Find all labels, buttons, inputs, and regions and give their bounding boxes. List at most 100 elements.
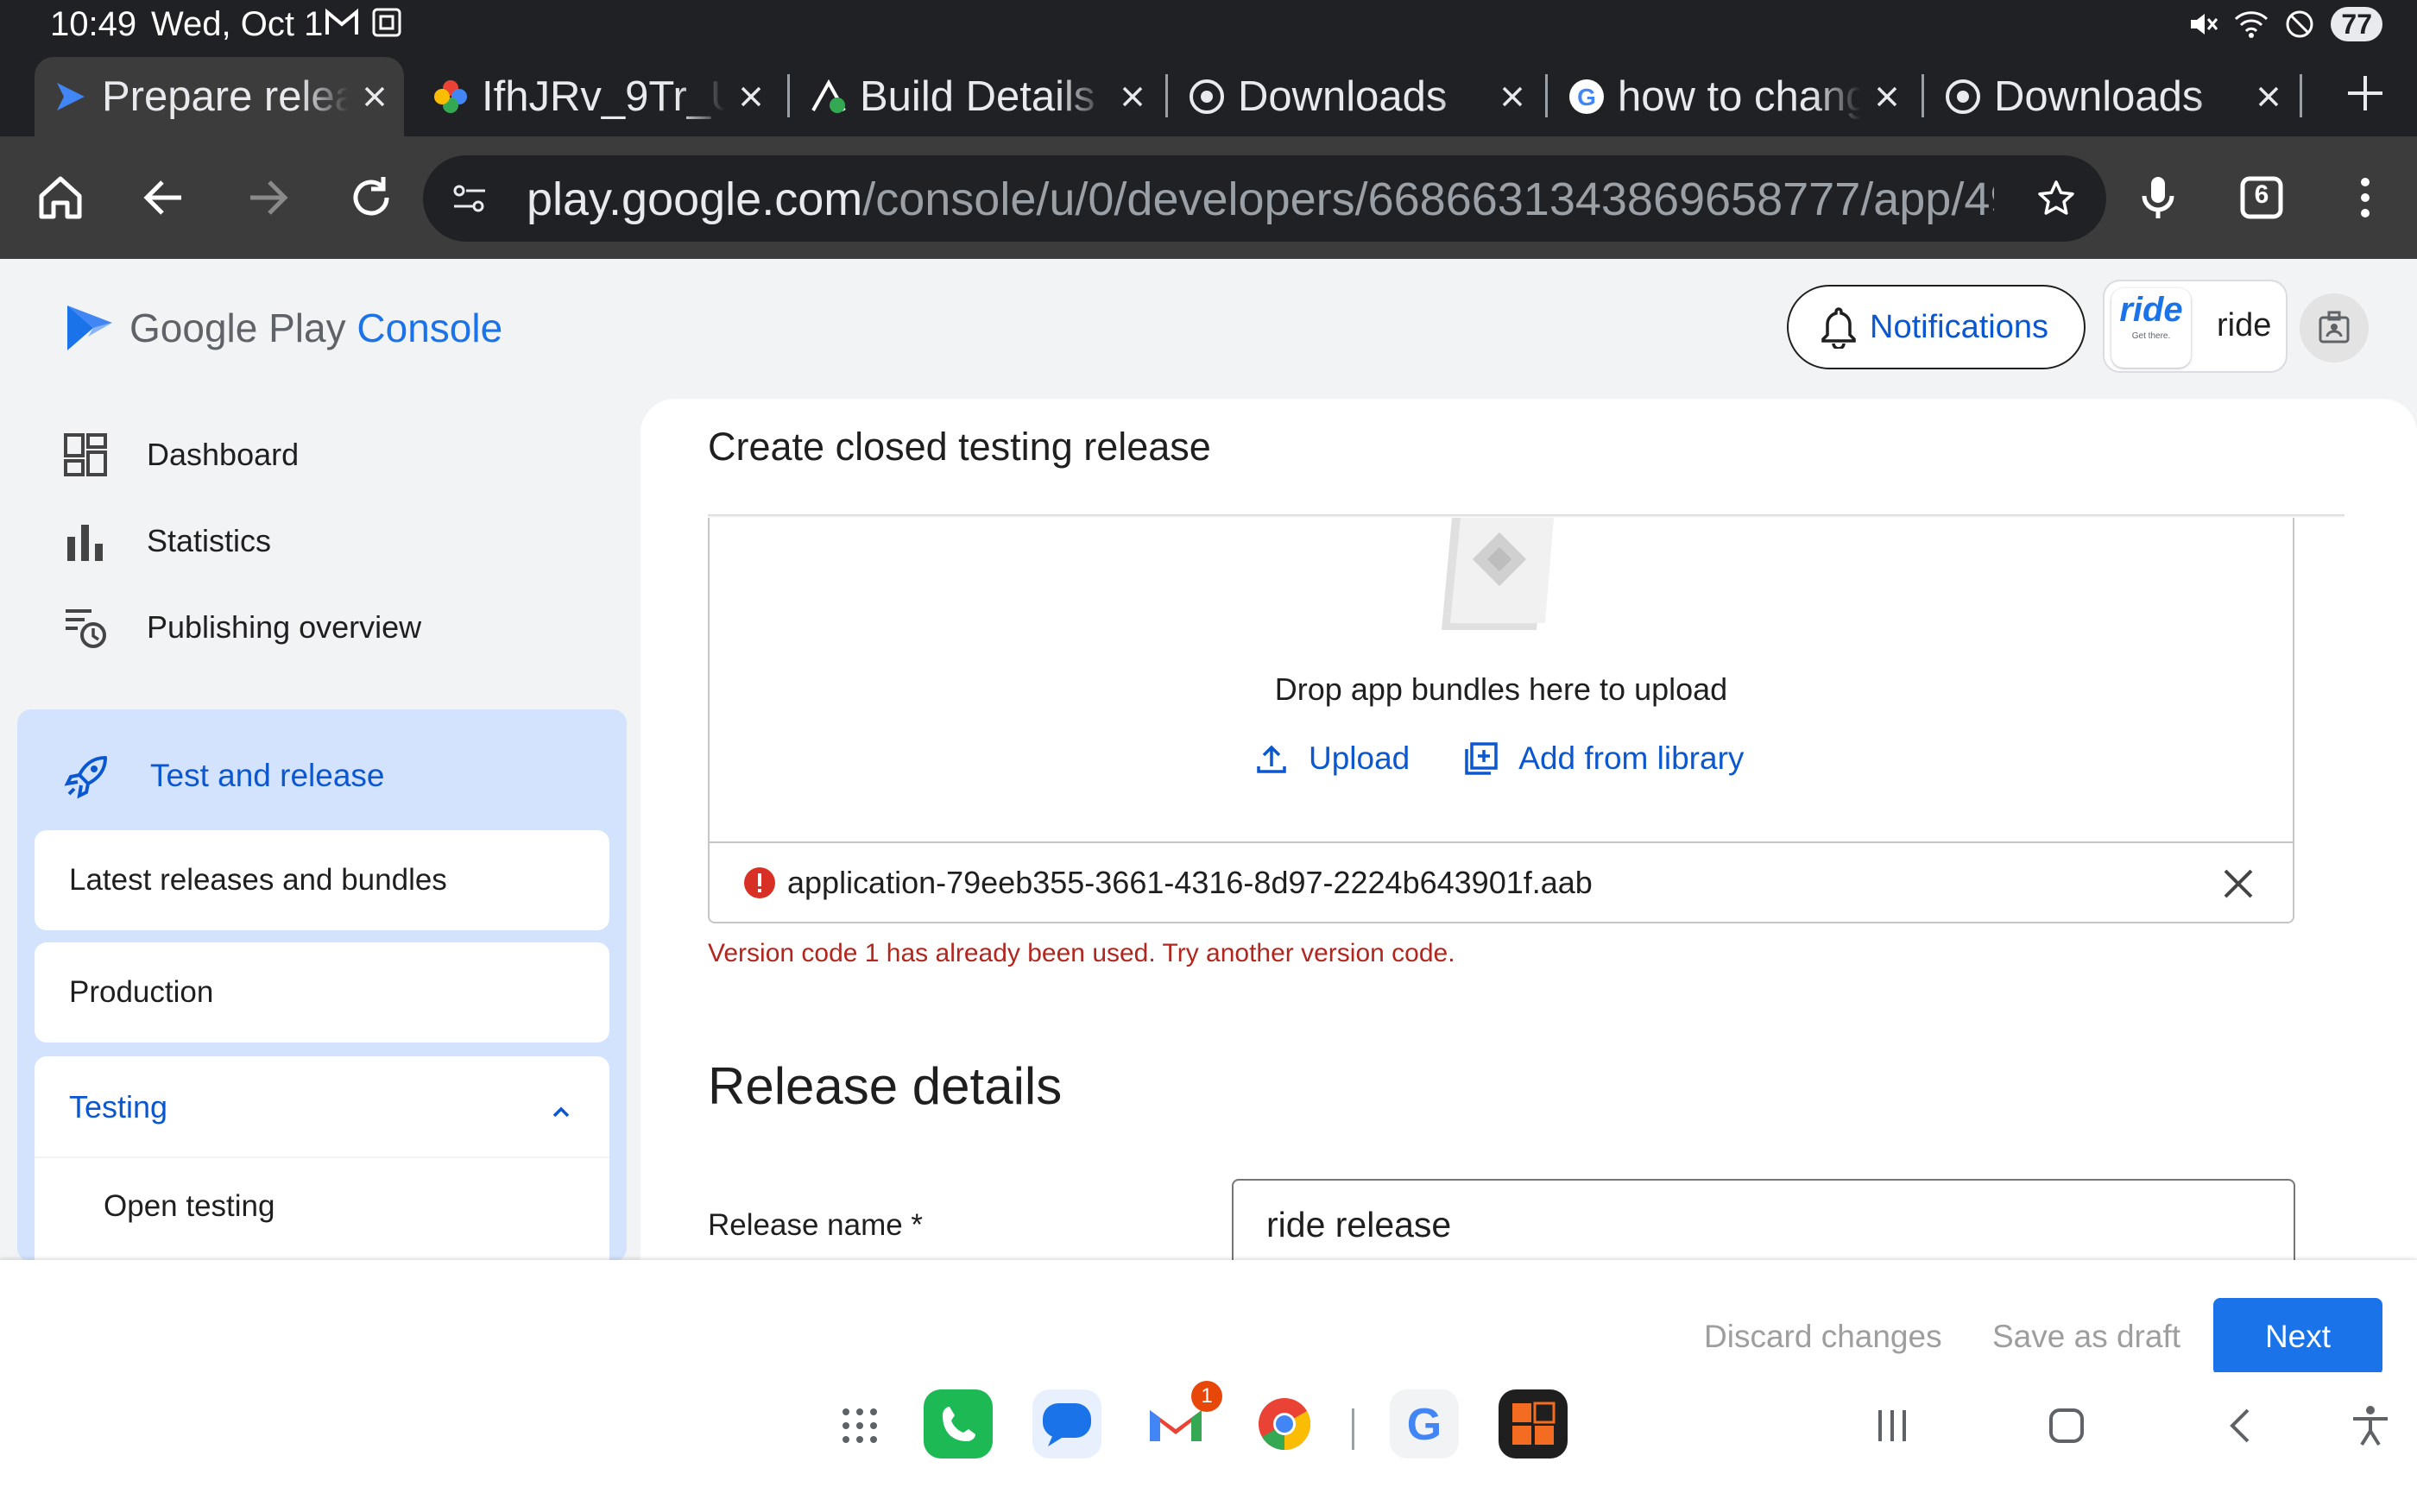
browser-tab-strip: Prepare relea IfhJRv_9Tr_Uc Build Detail… [0,52,2417,136]
recent-apps-icon[interactable] [1870,1403,1915,1448]
upload-error-message: Version code 1 has already been used. Tr… [708,939,1455,967]
sidebar-item-label: Dashboard [147,437,300,472]
sidebar-item-open-testing[interactable]: Open testing [104,1189,275,1224]
add-from-library-button[interactable]: Add from library [1463,740,1744,777]
sidebar-item-latest-releases[interactable]: Latest releases and bundles [35,830,609,930]
close-tab-icon[interactable] [2251,79,2286,114]
account-badge-icon [2319,311,2350,343]
app-logo: ride Get there. [2111,288,2191,368]
browser-toolbar: play.google.com/console/u/0/developers/6… [0,136,2417,259]
notifications-button[interactable]: Notifications [1787,285,2086,369]
chrome-downloads-icon [1946,79,1980,114]
svg-text:G: G [1407,1400,1442,1450]
forward-icon[interactable] [240,170,295,225]
microphone-icon[interactable] [2130,170,2186,225]
close-tab-icon[interactable] [734,79,768,114]
release-name-label: Release name * [708,1208,924,1242]
save-as-draft-button[interactable]: Save as draft [1992,1319,2180,1355]
sidebar-item-statistics[interactable]: Statistics [62,518,271,564]
tab-title: Build Details [860,73,1095,120]
release-name-input[interactable]: ride release [1232,1179,2295,1262]
app-selector[interactable]: ride Get there. ride [2103,280,2288,373]
address-bar[interactable]: play.google.com/console/u/0/developers/6… [423,155,2106,242]
logo-console-text: Console [357,306,503,350]
expo-icon [811,79,846,113]
chrome-downloads-icon [1190,79,1224,114]
browser-tab[interactable]: Build Details [792,57,1162,136]
new-tab-icon[interactable] [2341,69,2389,117]
tab-title: Downloads [1238,73,1448,120]
screenshot-notification-icon [372,8,401,37]
close-tab-icon[interactable] [1495,79,1530,114]
main-content: Create closed testing release Drop app b… [641,399,2417,1262]
gmail-notification-icon [325,8,358,35]
messages-icon[interactable] [1032,1389,1101,1458]
upload-icon [1257,745,1286,773]
bar-chart-icon [67,525,103,561]
error-icon [744,867,775,898]
browser-tab[interactable]: IfhJRv_9Tr_Uc [414,57,780,136]
status-time: 10:49 [50,5,137,43]
test-and-release-section: Test and release Latest releases and bun… [17,709,627,1262]
dashboard-icon [64,433,107,476]
more-menu-icon[interactable] [2338,170,2393,225]
account-button[interactable] [2300,293,2369,362]
tab-title: Prepare relea [102,73,349,120]
sidebar-item-test-and-release[interactable]: Test and release [62,751,385,801]
chrome-icon[interactable] [1250,1389,1319,1458]
remove-file-icon[interactable] [2220,866,2256,902]
gmail-badge: 1 [1191,1381,1222,1412]
sidebar-item-production[interactable]: Production [35,942,609,1043]
app-icon[interactable] [1499,1389,1568,1458]
chevron-up-icon[interactable] [544,1094,578,1129]
next-button[interactable]: Next [2213,1298,2382,1376]
google-photos-icon [434,80,467,113]
browser-tab[interactable]: Downloads [1927,57,2298,136]
browser-tab[interactable]: G how to chang [1550,57,1916,136]
play-console-page: Google Play Console Notifications ride G… [0,259,2417,1262]
rocket-icon [64,756,107,799]
home-icon[interactable] [33,170,88,225]
back-nav-icon[interactable] [2218,1403,2263,1448]
tab-title: how to chang [1618,73,1861,120]
app-drawer-icon[interactable] [839,1405,880,1446]
phone-icon[interactable] [924,1389,993,1458]
close-tab-icon[interactable] [1115,79,1150,114]
sidebar-item-publishing-overview[interactable]: Publishing overview [62,604,421,651]
browser-tab[interactable]: Prepare relea [35,57,404,136]
status-date: Wed, Oct 1 [151,5,324,43]
sidebar-section-label: Test and release [150,758,385,793]
release-details-heading: Release details [708,1057,1063,1115]
sidebar-item-label: Statistics [147,523,272,558]
logo-google-text: Google Play [129,306,346,350]
gmail-icon[interactable]: 1 [1141,1381,1222,1458]
back-icon[interactable] [136,170,192,225]
svg-text:G: G [1577,84,1596,110]
google-icon: G [1569,79,1604,114]
browser-tab[interactable]: Downloads [1171,57,1542,136]
bookmark-star-icon[interactable] [2035,178,2077,219]
close-tab-icon[interactable] [1870,79,1904,114]
uploaded-file-name: application-79eeb355-3661-4316-8d97-2224… [787,865,1593,900]
discard-changes-button[interactable]: Discard changes [1704,1319,1942,1355]
app-bundle-dropzone[interactable]: Drop app bundles here to upload Upload A… [708,518,2294,923]
google-icon[interactable]: G [1390,1389,1459,1458]
url-text[interactable]: play.google.com/console/u/0/developers/6… [527,173,1994,226]
publishing-overview-icon [66,609,106,648]
tab-switcher-button[interactable]: 6 [2234,170,2289,225]
app-bundle-illustration-icon [1442,518,1554,630]
status-bar: 10:49 Wed, Oct 1 77 [0,0,2417,52]
sidebar-item-testing[interactable]: Testing [69,1089,167,1125]
sidebar-item-dashboard[interactable]: Dashboard [62,432,299,478]
close-tab-icon[interactable] [357,79,392,114]
play-console-logo[interactable]: Google Play Console [62,300,502,356]
bell-icon [1821,307,1856,349]
wifi-icon [2235,11,2269,38]
home-nav-icon[interactable] [2044,1403,2089,1448]
accessibility-icon[interactable] [2348,1403,2393,1448]
tab-count: 6 [2254,180,2269,209]
site-settings-icon[interactable] [451,180,489,217]
reload-icon[interactable] [344,170,399,225]
notifications-label: Notifications [1870,308,2048,345]
upload-button[interactable]: Upload [1253,740,1410,777]
